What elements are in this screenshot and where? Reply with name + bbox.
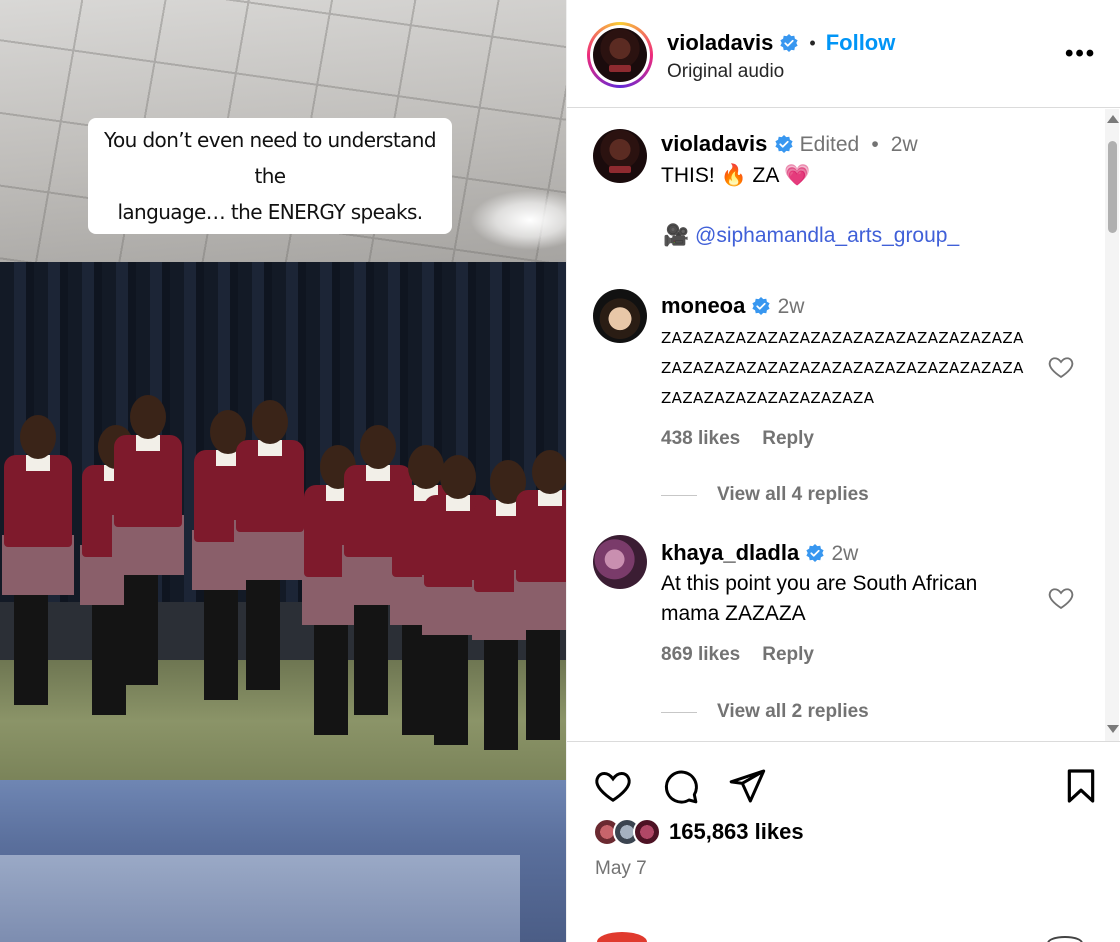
replies-divider-line <box>661 494 697 496</box>
commenter-avatar[interactable] <box>593 289 647 343</box>
mention-link[interactable]: @siphamandla_arts_group_ <box>695 224 959 247</box>
like-heart-icon[interactable] <box>593 766 633 806</box>
scroll-down-arrow-icon[interactable] <box>1107 725 1119 733</box>
video-stage-step <box>0 855 520 942</box>
comment-text-line: ZAZAZAZAZAZAZAZAZAZA <box>661 389 875 407</box>
comment-username[interactable]: khaya_dladla <box>661 540 799 565</box>
comment-actions: 869 likes Reply <box>661 644 814 666</box>
video-caption-overlay: You don’t even need to understand the la… <box>88 118 452 234</box>
comment-username[interactable]: moneoa <box>661 293 745 318</box>
comment-likes-count[interactable]: 438 likes <box>661 428 740 450</box>
comment-text: At this point you are South African mama… <box>661 569 977 629</box>
view-replies-label[interactable]: View all 2 replies <box>717 701 869 723</box>
comment-likes-count[interactable]: 869 likes <box>661 644 740 666</box>
verified-badge-icon <box>780 34 798 52</box>
post-caption-text: THIS! 🔥 ZA 💗 <box>661 164 811 187</box>
post-credit-line: 🎥 @siphamandla_arts_group_ <box>663 221 959 251</box>
caption-line-2: language… the ENERGY speaks. <box>117 200 423 224</box>
comment-timestamp[interactable]: 2w <box>831 542 858 565</box>
post-timestamp[interactable]: 2w <box>891 133 918 156</box>
video-stage-floor <box>0 660 566 782</box>
post-author-row: violadavis Edited • 2w <box>661 131 918 157</box>
view-replies-button[interactable]: View all 4 replies <box>661 484 869 506</box>
post-header: violadavis • Follow Original audio ••• <box>567 0 1120 108</box>
more-options-icon[interactable]: ••• <box>1065 40 1096 68</box>
comment-text-line: At this point you are South African <box>661 572 978 595</box>
comment-like-heart-icon[interactable] <box>1047 584 1075 612</box>
audio-label[interactable]: Original audio <box>667 61 784 83</box>
comment-text-line: ZAZAZAZAZAZAZAZAZAZAZAZAZAZAZAZAZA <box>661 359 1024 377</box>
verified-badge-icon <box>774 135 793 153</box>
comment-author-row: khaya_dladla 2w <box>661 540 858 566</box>
author-username[interactable]: violadavis <box>667 30 773 56</box>
post-date[interactable]: May 7 <box>595 858 647 880</box>
header-separator: • <box>809 32 816 53</box>
post-side-panel: violadavis • Follow Original audio ••• v… <box>566 0 1120 942</box>
post-video[interactable]: You don’t even need to understand the la… <box>0 0 566 942</box>
verified-badge-icon <box>806 544 824 562</box>
author-avatar[interactable] <box>593 28 647 82</box>
scrollbar-thumb[interactable] <box>1108 141 1117 233</box>
comment-author-row: moneoa 2w <box>661 293 804 319</box>
post-edited-label: Edited <box>799 133 860 156</box>
post-meta-separator: • <box>871 133 879 156</box>
likes-summary[interactable]: 165,863 likes <box>593 818 804 846</box>
comment-text-line: mama ZAZAZA <box>661 602 806 625</box>
instagram-post-modal: You don’t even need to understand the la… <box>0 0 1120 942</box>
liker-avatar <box>633 818 661 846</box>
view-replies-label[interactable]: View all 4 replies <box>717 484 869 506</box>
comment-text: ZAZAZAZAZAZAZAZAZAZAZAZAZAZAZAZAZA ZAZAZ… <box>661 323 1024 413</box>
comment-text-line: ZAZAZAZAZAZAZAZAZAZAZAZAZAZAZAZAZA <box>661 329 1024 347</box>
author-avatar-ring[interactable] <box>587 22 653 88</box>
share-paper-plane-icon[interactable] <box>727 766 767 806</box>
view-replies-button[interactable]: View all 2 replies <box>661 701 869 723</box>
comment-timestamp[interactable]: 2w <box>778 295 805 318</box>
caption-line-1: You don’t even need to understand the <box>104 128 437 188</box>
scroll-up-arrow-icon[interactable] <box>1107 115 1119 123</box>
comment-actions: 438 likes Reply <box>661 428 814 450</box>
comment-reply-button[interactable]: Reply <box>762 428 814 450</box>
post-author-avatar[interactable] <box>593 129 647 183</box>
verified-badge-icon <box>752 297 771 315</box>
comment-like-heart-icon[interactable] <box>1047 353 1075 381</box>
comment-reply-button[interactable]: Reply <box>762 644 814 666</box>
post-author-username[interactable]: violadavis <box>661 131 767 156</box>
post-likes-count[interactable]: 165,863 likes <box>669 819 804 845</box>
comments-list[interactable]: violadavis Edited • 2w THIS! 🔥 ZA 💗 🎥 @s… <box>567 109 1120 741</box>
save-bookmark-icon[interactable] <box>1061 766 1101 806</box>
comment-bubble-icon[interactable] <box>660 766 700 806</box>
commenter-avatar[interactable] <box>593 535 647 589</box>
follow-button[interactable]: Follow <box>826 30 896 56</box>
camera-icon: 🎥 <box>663 224 690 247</box>
replies-divider-line <box>661 711 697 713</box>
